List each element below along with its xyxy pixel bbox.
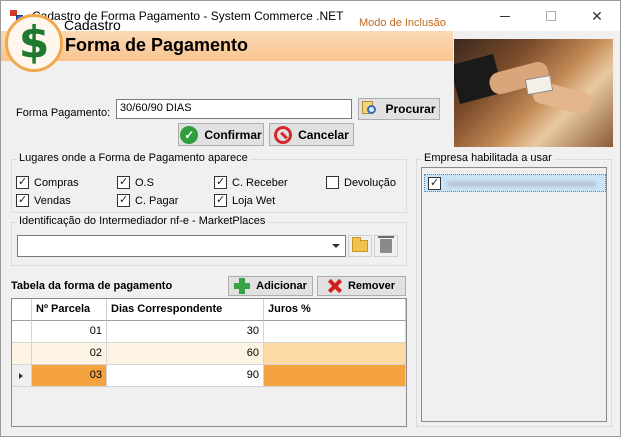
redacted-company-name: [447, 181, 597, 187]
checkbox-label: C. Pagar: [135, 194, 179, 207]
column-header[interactable]: Juros %: [264, 299, 406, 321]
checkbox-box[interactable]: [117, 175, 130, 189]
confirmar-label: Confirmar: [204, 127, 262, 142]
maximize-button[interactable]: [528, 1, 574, 31]
search-icon: [362, 101, 379, 117]
plus-icon: [234, 278, 251, 294]
checkbox-box[interactable]: [16, 175, 29, 189]
maximize-icon: [546, 11, 556, 21]
juros-cell[interactable]: [264, 365, 406, 387]
page-title: Forma de Pagamento: [65, 35, 249, 55]
check-icon: ✓: [180, 125, 199, 144]
procurar-button[interactable]: Procurar: [358, 98, 440, 120]
dias-cell[interactable]: 60: [107, 343, 264, 365]
checkbox-compras[interactable]: Compras: [16, 175, 79, 189]
checkbox-vendas[interactable]: Vendas: [16, 193, 71, 207]
dias-cell[interactable]: 90: [107, 365, 264, 387]
close-button[interactable]: ✕: [574, 1, 620, 31]
checkbox-devolucao[interactable]: Devolução: [326, 176, 396, 189]
juros-cell[interactable]: [264, 343, 406, 365]
cancel-icon: [274, 125, 293, 144]
dollar-logo-icon: $: [5, 14, 63, 72]
row-header[interactable]: [12, 343, 32, 365]
parcela-cell[interactable]: 01: [32, 321, 107, 343]
mode-indicator: Modo de Inclusão: [359, 17, 446, 29]
main-window: Cadastro de Forma Pagamento - System Com…: [0, 0, 621, 437]
forma-pagamento-label: Forma Pagamento:: [16, 107, 111, 119]
trash-button[interactable]: [374, 235, 398, 257]
cancelar-label: Cancelar: [298, 127, 349, 142]
row-header[interactable]: [12, 365, 32, 387]
checkbox-label: Vendas: [34, 194, 71, 207]
checkbox-box[interactable]: [214, 175, 227, 189]
x-icon: [328, 279, 342, 293]
close-icon: ✕: [591, 7, 603, 24]
confirmar-button[interactable]: ✓ Confirmar: [178, 123, 264, 146]
intermediador-select[interactable]: [17, 235, 346, 257]
checkbox-box[interactable]: [428, 176, 441, 190]
parcela-cell[interactable]: 03: [32, 365, 107, 387]
column-header[interactable]: Nº Parcela: [32, 299, 107, 321]
checkbox-label: Loja Wet: [232, 194, 276, 207]
row-header-corner: [12, 299, 32, 321]
trash-icon: [378, 236, 394, 253]
checkbox-label: Compras: [34, 176, 79, 189]
row-pointer-icon: [19, 373, 23, 379]
adicionar-label: Adicionar: [256, 280, 307, 292]
parcelas-table[interactable]: Nº Parcela Dias Correspondente Juros % 0…: [11, 298, 407, 427]
checkbox-c-receber[interactable]: C. Receber: [214, 175, 288, 189]
remover-label: Remover: [347, 280, 396, 292]
row-header[interactable]: [12, 321, 32, 343]
checkbox-box[interactable]: [16, 193, 29, 207]
checkbox-c-pagar[interactable]: C. Pagar: [117, 193, 179, 207]
header-small-title: Cadastro: [64, 17, 121, 33]
checkbox-label: Devolução: [344, 176, 396, 189]
minimize-icon: [500, 15, 510, 17]
minimize-button[interactable]: [482, 1, 528, 31]
tabela-title: Tabela da forma de pagamento: [11, 280, 173, 292]
empresa-list[interactable]: [421, 167, 607, 422]
column-header[interactable]: Dias Correspondente: [107, 299, 264, 321]
dias-cell[interactable]: 30: [107, 321, 264, 343]
checkbox-loja-wet[interactable]: Loja Wet: [214, 193, 276, 207]
remover-button[interactable]: Remover: [317, 276, 406, 296]
checkbox-label: O.S: [135, 176, 154, 189]
adicionar-button[interactable]: Adicionar: [228, 276, 313, 296]
checkbox-box[interactable]: [214, 193, 227, 207]
table-row-selected[interactable]: 03 90: [12, 365, 406, 387]
table-header-row: Nº Parcela Dias Correspondente Juros %: [12, 299, 406, 321]
table-row[interactable]: 02 60: [12, 343, 406, 365]
checkbox-box[interactable]: [117, 193, 130, 207]
checkbox-os[interactable]: O.S: [117, 175, 154, 189]
list-item[interactable]: [424, 174, 606, 192]
table-row[interactable]: 01 30: [12, 321, 406, 343]
folder-button[interactable]: [348, 235, 372, 257]
forma-pagamento-input[interactable]: 30/60/90 DIAS: [116, 99, 352, 119]
procurar-label: Procurar: [385, 102, 436, 116]
juros-cell[interactable]: [264, 321, 406, 343]
folder-icon: [352, 237, 368, 252]
checkbox-label: C. Receber: [232, 176, 288, 189]
cancelar-button[interactable]: Cancelar: [269, 123, 354, 146]
empresa-group-title: Empresa habilitada a usar: [422, 152, 554, 164]
header-photo: [454, 39, 613, 147]
lugares-group-title: Lugares onde a Forma de Pagamento aparec…: [17, 152, 250, 164]
parcela-cell[interactable]: 02: [32, 343, 107, 365]
checkbox-box[interactable]: [326, 176, 339, 189]
chevron-down-icon[interactable]: [327, 236, 345, 256]
intermediador-group-title: Identificação do Intermediador nf-e - Ma…: [17, 215, 268, 227]
logo-symbol: $: [18, 17, 50, 68]
